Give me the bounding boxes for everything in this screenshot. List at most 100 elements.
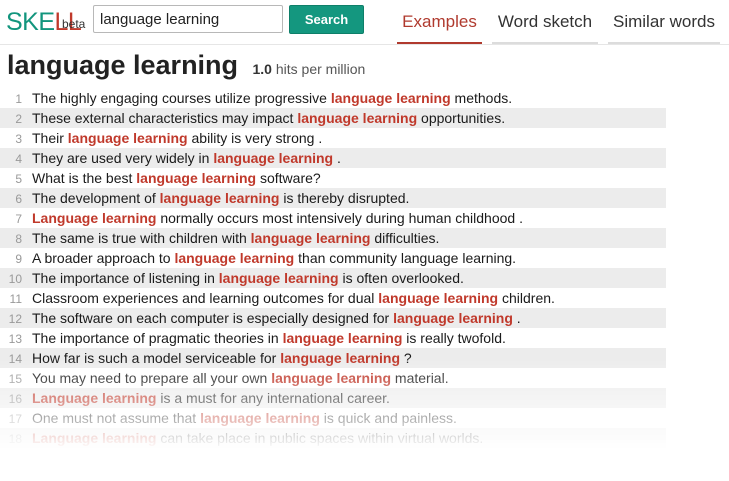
example-text-after: is really twofold. [402, 330, 506, 346]
tab-word-sketch[interactable]: Word sketch [492, 0, 598, 44]
example-keyword: language learning [213, 150, 334, 166]
example-text-after: difficulties. [370, 230, 440, 246]
example-keyword: language learning [282, 330, 403, 346]
example-text-before: How far is such a model serviceable for [32, 350, 281, 366]
example-text-after: children. [498, 290, 555, 306]
example-text-before: Classroom experiences and learning outco… [32, 290, 379, 306]
example-text-before: The development of [32, 190, 160, 206]
logo-beta-label: beta [62, 17, 86, 31]
example-text-after: can take place in public spaces within v… [156, 430, 484, 446]
example-row: 10 The importance of listening in languag… [0, 268, 666, 288]
example-keyword: Language learning [32, 390, 157, 406]
examples-list: 1 The highly engaging courses utilize pro… [0, 88, 666, 448]
example-number: 15 [8, 372, 22, 386]
example-keyword: language learning [330, 90, 451, 106]
tab-similar-words[interactable]: Similar words [608, 0, 720, 44]
example-text-after: opportunities. [417, 110, 506, 126]
example-text-before: The highly engaging courses utilize prog… [32, 90, 331, 106]
example-keyword: language learning [67, 130, 188, 146]
example-number: 13 [8, 332, 22, 346]
example-text-after: ? [400, 350, 412, 366]
example-number: 4 [15, 152, 22, 166]
example-number: 16 [8, 392, 22, 406]
example-number: 9 [15, 252, 22, 266]
example-text-after: than community language learning. [294, 250, 517, 266]
example-text-after: ability is very strong . [187, 130, 323, 146]
example-text-before: The software on each computer is especia… [32, 310, 394, 326]
example-keyword: language learning [218, 270, 339, 286]
example-keyword: language learning [136, 170, 257, 186]
example-text-before: The same is true with children with [32, 230, 251, 246]
logo-prefix: SKE [6, 8, 55, 36]
example-text-before: They are used very widely in [32, 150, 214, 166]
example-number: 6 [15, 192, 22, 206]
hits-per-million: 1.0 hits per million [253, 61, 366, 77]
example-keyword: Language learning [32, 430, 157, 446]
example-row: 5 What is the best language learning soft… [0, 168, 666, 188]
page-title: language learning [7, 50, 239, 80]
example-number: 12 [8, 312, 22, 326]
example-row: 4 They are used very widely in language l… [0, 148, 666, 168]
example-text-after: is thereby disrupted. [279, 190, 410, 206]
example-row: 11 Classroom experiences and learning out… [0, 288, 666, 308]
example-row: 3 Their language learning ability is very… [0, 128, 666, 148]
example-number: 3 [15, 132, 22, 146]
example-number: 8 [15, 232, 22, 246]
example-text-after: normally occurs most intensively during … [156, 210, 523, 226]
example-keyword: language learning [378, 290, 499, 306]
tab-examples[interactable]: Examples [397, 0, 482, 44]
example-text-before: The importance of pragmatic theories in [32, 330, 283, 346]
example-keyword: language learning [280, 350, 401, 366]
top-bar: SKELL beta Search Examples Word sketch S… [0, 0, 729, 45]
example-row: 8 The same is true with children with lan… [0, 228, 666, 248]
example-text-after: is a must for any international career. [156, 390, 390, 406]
example-number: 11 [9, 292, 22, 306]
example-keyword: language learning [271, 370, 392, 386]
example-keyword: language learning [159, 190, 280, 206]
example-text-before: One must not assume that [32, 410, 201, 426]
example-row: 15 You may need to prepare all your own l… [0, 368, 666, 388]
example-number: 1 [15, 92, 22, 106]
example-row: 9 A broader approach to language learning… [0, 248, 666, 268]
example-row: 13 The importance of pragmatic theories i… [0, 328, 666, 348]
example-number: 7 [15, 212, 22, 226]
example-text-after: is often overlooked. [338, 270, 464, 286]
example-row: 17 One must not assume that language lear… [0, 408, 666, 428]
example-keyword: language learning [250, 230, 371, 246]
example-text-before: A broader approach to [32, 250, 175, 266]
search-button[interactable]: Search [289, 5, 364, 34]
example-row: 6 The development of language learning is… [0, 188, 666, 208]
hits-label: hits per million [275, 61, 366, 77]
example-text-before: These external characteristics may impac… [32, 110, 298, 126]
example-text-after: material. [391, 370, 449, 386]
example-row: 2 These external characteristics may impa… [0, 108, 666, 128]
example-number: 5 [15, 172, 22, 186]
example-text-before: What is the best [32, 170, 137, 186]
example-row: 18 Language learning can take place in pu… [0, 428, 666, 448]
example-keyword: language learning [200, 410, 320, 426]
example-text-before: Their [32, 130, 68, 146]
example-row: 14 How far is such a model serviceable fo… [0, 348, 666, 368]
search-input[interactable] [93, 5, 283, 33]
example-row: 16 Language learning is a must for any in… [0, 388, 666, 408]
example-row: 7 Language learning normally occurs most … [0, 208, 666, 228]
example-number: 2 [15, 112, 22, 126]
example-keyword: language learning [174, 250, 295, 266]
example-text-after: . [333, 150, 341, 166]
example-text-after: . [512, 310, 521, 326]
example-row: 1 The highly engaging courses utilize pro… [0, 88, 666, 108]
example-keyword: Language learning [32, 210, 157, 226]
example-text-before: The importance of listening in [32, 270, 219, 286]
example-text-after: software? [256, 170, 321, 186]
example-number: 18 [8, 432, 22, 446]
example-keyword: language learning [297, 110, 418, 126]
hits-value: 1.0 [252, 61, 272, 77]
example-keyword: language learning [393, 310, 513, 326]
example-text-after: methods. [450, 90, 513, 106]
example-text-before: You may need to prepare all your own [32, 370, 272, 386]
example-text-after: is quick and painless. [319, 410, 457, 426]
example-row: 12 The software on each computer is espec… [0, 308, 666, 328]
example-number: 17 [8, 412, 22, 426]
example-number: 10 [8, 272, 22, 286]
title-row: language learning 1.0 hits per million [7, 50, 365, 84]
